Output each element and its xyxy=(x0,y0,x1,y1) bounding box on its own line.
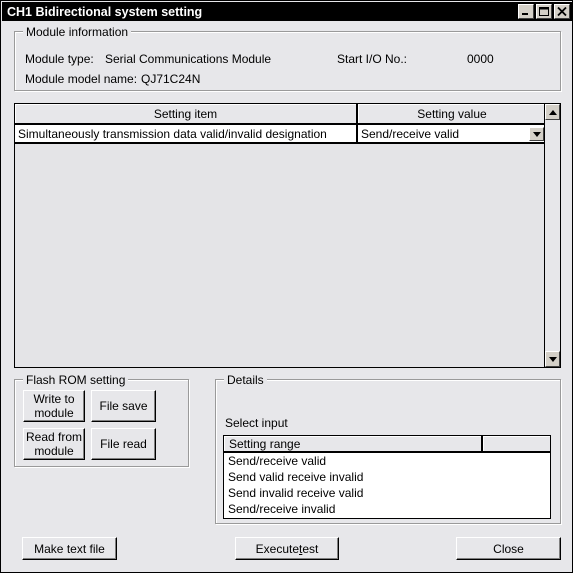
chevron-down-icon[interactable] xyxy=(529,127,544,141)
list-item[interactable]: Send/receive invalid xyxy=(224,501,550,517)
start-io-label: Start I/O No.: xyxy=(337,52,408,66)
scroll-down-button[interactable] xyxy=(545,351,560,367)
flash-rom-title: Flash ROM setting xyxy=(23,373,129,387)
window-title: CH1 Bidirectional system setting xyxy=(7,4,203,19)
make-text-file-button[interactable]: Make text file xyxy=(22,537,117,560)
vertical-scrollbar[interactable] xyxy=(544,104,560,367)
module-type-label: Module type: xyxy=(25,52,94,66)
column-header-blank[interactable] xyxy=(483,436,550,451)
module-information-title: Module information xyxy=(23,25,132,39)
column-header-setting-item[interactable]: Setting item xyxy=(15,104,358,123)
close-icon xyxy=(557,6,567,17)
window-controls xyxy=(518,4,570,19)
details-title: Details xyxy=(224,373,267,387)
execute-test-label-pre: Execute xyxy=(255,541,299,556)
start-io-value: 0000 xyxy=(467,52,494,66)
triangle-down-icon xyxy=(548,356,557,362)
settings-table-header: Setting item Setting value xyxy=(15,104,546,125)
column-header-setting-value[interactable]: Setting value xyxy=(358,104,546,123)
scroll-up-button[interactable] xyxy=(545,104,560,120)
list-item[interactable]: Send valid receive invalid xyxy=(224,469,550,485)
setting-range-list[interactable]: Setting range Send/receive valid Send va… xyxy=(223,435,551,519)
table-row[interactable]: Simultaneously transmission data valid/i… xyxy=(15,125,546,144)
execute-test-label-post: est xyxy=(302,541,319,556)
execute-test-button[interactable]: Execute t est xyxy=(235,537,339,560)
module-type-value: Serial Communications Module xyxy=(105,52,272,66)
title-bar: CH1 Bidirectional system setting xyxy=(2,2,572,21)
chevron-down-glyph xyxy=(532,131,541,137)
select-input-label: Select input xyxy=(225,416,288,430)
setting-value-text: Send/receive valid xyxy=(361,126,460,141)
minimize-button[interactable] xyxy=(518,4,534,19)
minimize-icon xyxy=(522,13,528,15)
module-model-value: QJ71C24N xyxy=(141,72,201,86)
write-to-module-button[interactable]: Write to module xyxy=(23,390,85,422)
setting-value-cell[interactable]: Send/receive valid xyxy=(358,125,546,142)
file-save-button[interactable]: File save xyxy=(91,390,156,422)
close-button[interactable] xyxy=(554,4,570,19)
list-item[interactable]: Send/receive valid xyxy=(224,453,550,469)
triangle-up-icon xyxy=(548,109,557,115)
setting-range-rows: Send/receive valid Send valid receive in… xyxy=(224,453,550,518)
close-button-footer[interactable]: Close xyxy=(456,537,561,560)
setting-range-list-header: Setting range xyxy=(224,436,550,453)
setting-item-cell: Simultaneously transmission data valid/i… xyxy=(15,125,358,142)
scrollbar-track[interactable] xyxy=(545,120,560,351)
module-model-label: Module model name: xyxy=(25,72,138,86)
dialog-window: CH1 Bidirectional system setting Module … xyxy=(0,0,573,573)
list-item[interactable]: Send invalid receive valid xyxy=(224,485,550,501)
maximize-icon xyxy=(539,7,549,16)
maximize-button[interactable] xyxy=(536,4,552,19)
read-from-module-button[interactable]: Read from module xyxy=(23,428,85,460)
settings-table: Setting item Setting value Simultaneousl… xyxy=(14,103,561,368)
file-read-button[interactable]: File read xyxy=(91,428,156,460)
column-header-setting-range[interactable]: Setting range xyxy=(224,436,483,451)
